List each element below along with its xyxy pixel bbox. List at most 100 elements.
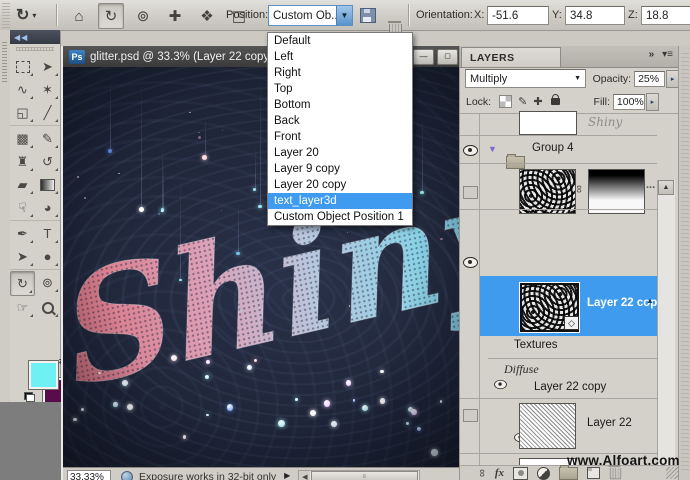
type-tool[interactable]: T [35, 222, 60, 245]
y-input[interactable]: 34.8 [565, 6, 625, 25]
lock-all-icon[interactable] [551, 98, 560, 105]
layer-thumbnail-zebra[interactable] [519, 169, 576, 214]
collapse-panel-icon[interactable]: ◀◀ [14, 33, 28, 42]
orbit-3d-tool[interactable]: ⊚ [35, 271, 60, 294]
visibility-eye-icon[interactable] [463, 257, 478, 268]
x-label: X: [474, 9, 484, 21]
rotate-3d-tool[interactable]: ↻ [10, 271, 35, 296]
move-tool[interactable]: ➤ [35, 55, 60, 78]
tab-layers[interactable]: LAYERS [461, 47, 561, 67]
lock-position-icon[interactable]: ✚ [533, 95, 542, 108]
dropdown-item[interactable]: Front [268, 129, 412, 145]
position-combobox[interactable]: Custom Ob... ▼ [268, 5, 353, 26]
pen-tool[interactable]: ✒ [10, 222, 35, 245]
new-group-icon[interactable] [559, 467, 578, 480]
scroll-left-icon[interactable]: ◀ [299, 471, 310, 480]
dropdown-item[interactable]: Back [268, 113, 412, 129]
collapse-3d-icon[interactable]: ▲ [646, 296, 654, 305]
dropdown-item[interactable]: Default [268, 33, 412, 49]
clone-stamp-tool[interactable]: ♜ [10, 150, 35, 173]
save-position-button[interactable] [360, 8, 376, 23]
z-input[interactable]: 18.8 [641, 6, 690, 25]
scroll-up-icon[interactable]: ▲ [658, 180, 674, 195]
dropdown-item[interactable]: Layer 20 copy [268, 177, 412, 193]
new-layer-icon[interactable] [587, 467, 600, 479]
pan-3d-button[interactable]: ✚ [162, 3, 188, 29]
layer22-thumbnail[interactable] [519, 403, 576, 449]
dropdown-item[interactable]: Layer 9 copy [268, 161, 412, 177]
roll-3d-button[interactable]: ⊚ [130, 3, 156, 29]
smudge-tool[interactable]: ☟ [10, 196, 35, 219]
maximize-button[interactable]: ▢ [437, 49, 458, 65]
right-dock-edge[interactable] [678, 46, 690, 480]
adjustment-layer-icon[interactable] [537, 467, 550, 480]
layer-mask-thumbnail[interactable] [588, 169, 645, 214]
crop-tool[interactable]: ◱ [10, 101, 35, 124]
dropdown-item[interactable]: Bottom [268, 97, 412, 113]
path-select-tool[interactable]: ➤ [10, 245, 35, 268]
layer22-name[interactable]: Layer 22 [587, 417, 632, 429]
gradient-tool[interactable] [35, 173, 60, 196]
dropdown-item[interactable]: text_layer3d [268, 193, 412, 209]
dropdown-item[interactable]: Left [268, 49, 412, 65]
collapse-panels-icon[interactable]: » [649, 49, 655, 60]
fill-slider-icon[interactable]: ▸ [646, 93, 659, 111]
layer-style-icon[interactable]: fx [495, 467, 504, 479]
link-layers-icon[interactable]: ∞ [476, 469, 488, 477]
status-info-icon[interactable] [121, 471, 133, 480]
slide-3d-button[interactable]: ❖ [194, 3, 220, 29]
panel-resize-grip[interactable] [666, 467, 678, 479]
layer-label-partial: Shiny [588, 115, 622, 129]
tools-panel-header[interactable]: ◀◀ [10, 30, 60, 44]
lock-pixels-icon[interactable]: ✎ [518, 95, 527, 108]
opacity-value[interactable]: 25% [634, 71, 665, 87]
dropdown-item[interactable]: Custom Object Position 1 [268, 209, 412, 225]
lock-transparency-icon[interactable] [499, 95, 512, 108]
magic-wand-tool[interactable]: ✶ [35, 78, 60, 101]
hand-tool[interactable]: ☞ [10, 296, 35, 319]
visibility-eye-icon[interactable] [463, 145, 478, 156]
visibility-eye-empty[interactable] [463, 186, 478, 199]
rotate-3d-button[interactable]: ↻ [98, 3, 124, 29]
delete-layer-icon[interactable] [610, 467, 622, 479]
foreground-color-swatch[interactable] [29, 361, 58, 389]
brush-tool[interactable]: ✎ [35, 127, 60, 150]
texture-layer-name[interactable]: Layer 22 copy [534, 381, 606, 393]
minimize-button[interactable]: — [413, 49, 434, 65]
fill-value[interactable]: 100% [613, 94, 645, 110]
return-home-button[interactable]: ⌂ [66, 3, 92, 29]
zoom-level-field[interactable]: 33.33% [67, 470, 111, 480]
panel-menu-icon[interactable]: ▾≡ [662, 49, 673, 60]
position-value: Custom Ob... [269, 10, 336, 22]
x-input[interactable]: -51.6 [487, 6, 549, 25]
add-layer-mask-icon[interactable] [513, 467, 528, 480]
group-name[interactable]: Group 4 [532, 142, 574, 154]
zoom-tool[interactable] [35, 296, 60, 319]
mask-link-icon[interactable]: ∞ [573, 185, 585, 193]
dodge-tool[interactable]: ◕ [35, 196, 60, 219]
blend-mode-select[interactable]: Multiply ▼ [465, 69, 586, 88]
lasso-tool[interactable]: ∿ [10, 78, 35, 101]
default-colors-icon[interactable] [24, 392, 35, 402]
textures-label[interactable]: Textures [514, 339, 557, 351]
active-tool-badge[interactable]: ↻ ▾ [16, 4, 50, 26]
layers-scrollbar[interactable]: ▲ ≡ ▼ [657, 180, 675, 480]
hscroll-thumb[interactable]: ≡ [311, 471, 418, 480]
history-brush-tool[interactable]: ↺ [35, 150, 60, 173]
healing-brush-tool[interactable]: ▩ [10, 127, 35, 150]
dropdown-item[interactable]: Layer 20 [268, 145, 412, 161]
visibility-eye-empty[interactable] [463, 409, 478, 422]
combobox-arrow-icon[interactable]: ▼ [336, 6, 352, 25]
dropdown-item[interactable]: Right [268, 65, 412, 81]
status-arrow-icon[interactable]: ▶ [284, 471, 290, 480]
shape-tool[interactable]: ● [35, 245, 60, 268]
horizontal-scrollbar[interactable]: ◀ ≡ [298, 470, 420, 480]
visibility-eye-icon[interactable] [494, 380, 507, 389]
options-bar-grip[interactable] [2, 2, 10, 28]
eraser-tool[interactable]: ▰ [10, 173, 35, 196]
layer-thumbnail[interactable] [519, 111, 577, 135]
marquee-tool[interactable] [10, 55, 35, 78]
eyedropper-tool[interactable]: ╱ [35, 101, 60, 124]
dropdown-item[interactable]: Top [268, 81, 412, 97]
group-disclosure-icon[interactable]: ▼ [488, 144, 497, 154]
